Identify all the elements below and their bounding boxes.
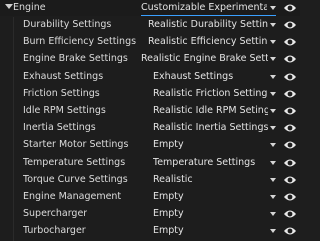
engine-properties-panel: Engine Customizable Experimental... Dura…: [0, 0, 300, 241]
row-label: Supercharger: [23, 208, 88, 219]
row-supercharger[interactable]: Supercharger Empty: [0, 206, 300, 223]
row-value-dropdown[interactable]: Realistic Efficiency Settings: [148, 36, 268, 47]
row-engine-management[interactable]: Engine Management Empty: [0, 189, 300, 206]
chevron-down-icon[interactable]: [270, 23, 276, 27]
chevron-down-icon[interactable]: [270, 212, 276, 216]
eye-icon[interactable]: [283, 225, 297, 237]
row-inertia-settings[interactable]: Inertia Settings Realistic Inertia Settin…: [0, 120, 300, 137]
row-label: Starter Motor Settings: [23, 139, 129, 150]
chevron-down-icon[interactable]: [270, 6, 276, 10]
row-value-dropdown[interactable]: Empty: [153, 139, 268, 150]
chevron-down-icon[interactable]: [270, 229, 276, 233]
eye-icon[interactable]: [283, 71, 297, 83]
row-label: Torque Curve Settings: [23, 174, 128, 185]
row-value-dropdown[interactable]: Realistic Inertia Settings: [153, 122, 268, 133]
chevron-down-icon[interactable]: [270, 195, 276, 199]
row-engine-brake-settings[interactable]: Engine Brake Settings Realistic Engine Br…: [0, 51, 300, 68]
chevron-down-icon[interactable]: [270, 109, 276, 113]
eye-icon[interactable]: [283, 88, 297, 100]
row-value-dropdown[interactable]: Empty: [153, 208, 268, 219]
row-label: Friction Settings: [23, 88, 100, 99]
row-label: Exhaust Settings: [23, 71, 104, 82]
chevron-down-icon[interactable]: [270, 161, 276, 165]
row-value-dropdown[interactable]: Temperature Settings: [153, 157, 268, 168]
chevron-down-icon[interactable]: [270, 126, 276, 130]
row-label: Idle RPM Settings: [23, 105, 106, 116]
row-idle-rpm-settings[interactable]: Idle RPM Settings Realistic Idle RPM Seti…: [0, 103, 300, 120]
row-value-dropdown[interactable]: Exhaust Settings: [153, 71, 268, 82]
row-burn-efficiency-settings[interactable]: Burn Efficiency Settings Realistic Effici…: [0, 34, 300, 51]
row-value-dropdown[interactable]: Realistic Engine Brake Settings: [141, 53, 268, 64]
row-label: Burn Efficiency Settings: [23, 36, 137, 47]
eye-icon[interactable]: [283, 122, 297, 134]
eye-icon[interactable]: [283, 191, 297, 203]
eye-icon[interactable]: [283, 174, 297, 186]
chevron-down-icon[interactable]: [270, 40, 276, 44]
row-turbocharger[interactable]: Turbocharger Empty: [0, 223, 300, 240]
row-exhaust-settings[interactable]: Exhaust Settings Exhaust Settings: [0, 69, 300, 86]
engine-label: Engine: [13, 2, 46, 13]
row-value-dropdown[interactable]: Realistic: [153, 174, 268, 185]
chevron-down-icon[interactable]: [270, 178, 276, 182]
row-label: Engine Brake Settings: [23, 53, 128, 64]
row-torque-curve-settings[interactable]: Torque Curve Settings Realistic: [0, 172, 300, 189]
row-durability-settings[interactable]: Durability Settings Realistic Durability …: [0, 17, 300, 34]
row-label: Durability Settings: [23, 19, 112, 30]
row-value-dropdown[interactable]: Realistic Idle RPM Seting: [153, 105, 268, 116]
collapse-arrow-icon[interactable]: [5, 4, 13, 9]
eye-icon[interactable]: [283, 2, 297, 14]
row-friction-settings[interactable]: Friction Settings Realistic Friction Sett…: [0, 86, 300, 103]
chevron-down-icon[interactable]: [270, 92, 276, 96]
eye-icon[interactable]: [283, 105, 297, 117]
engine-row[interactable]: Engine Customizable Experimental...: [0, 0, 300, 16]
eye-icon[interactable]: [283, 208, 297, 220]
row-value-dropdown[interactable]: Empty: [153, 225, 268, 236]
chevron-down-icon[interactable]: [270, 143, 276, 147]
row-value-dropdown[interactable]: Empty: [153, 191, 268, 202]
engine-value-dropdown[interactable]: Customizable Experimental...: [141, 2, 267, 13]
eye-icon[interactable]: [283, 19, 297, 31]
row-label: Engine Management: [23, 191, 122, 202]
row-label: Turbocharger: [23, 225, 86, 236]
row-value-dropdown[interactable]: Realistic Durability Settings: [148, 19, 268, 30]
eye-icon[interactable]: [283, 53, 297, 65]
chevron-down-icon[interactable]: [270, 57, 276, 61]
row-starter-motor-settings[interactable]: Starter Motor Settings Empty: [0, 137, 300, 154]
row-label: Inertia Settings: [23, 122, 96, 133]
row-temperature-settings[interactable]: Temperature Settings Temperature Settings: [0, 155, 300, 172]
row-value-dropdown[interactable]: Realistic Friction Settings: [153, 88, 268, 99]
eye-icon[interactable]: [283, 139, 297, 151]
row-label: Temperature Settings: [23, 157, 126, 168]
eye-icon[interactable]: [283, 157, 297, 169]
selected-value-underline: [141, 15, 276, 16]
eye-icon[interactable]: [283, 36, 297, 48]
chevron-down-icon[interactable]: [270, 75, 276, 79]
